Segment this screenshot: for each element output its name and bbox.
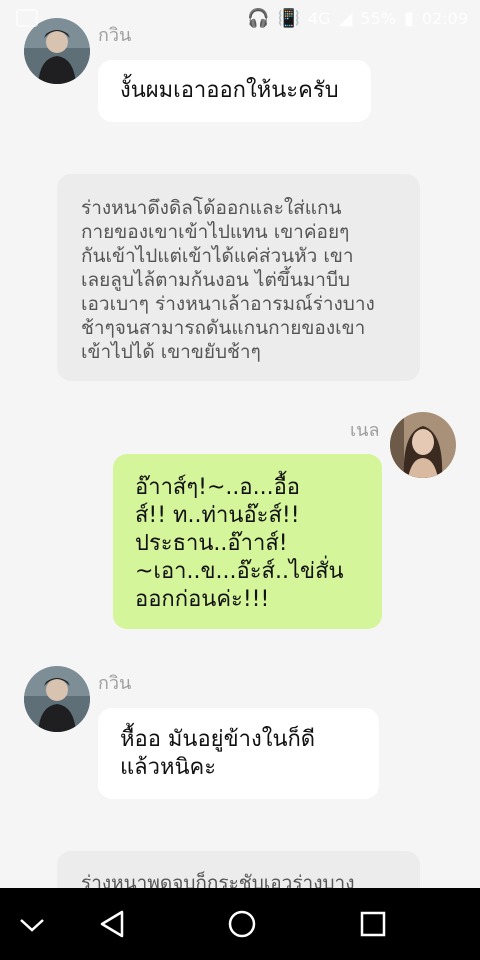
- back-icon[interactable]: [94, 904, 134, 944]
- avatar[interactable]: [390, 412, 456, 478]
- narration-line: เอวเบาๆ ร่างหนาเล้าอารมณ์ร่างบาง: [81, 293, 375, 315]
- narration-line: เข้าไปได้ เขาขยับช้าๆ: [81, 341, 261, 363]
- navigation-bar: [0, 888, 480, 960]
- message-text: ออกก่อนค่ะ!!!: [135, 587, 270, 612]
- avatar[interactable]: [24, 666, 90, 732]
- narration-line: กันเข้าไปแต่เข้าได้แค่ส่วนหัว เขา: [81, 245, 354, 267]
- headset-icon: 🎧: [247, 7, 270, 29]
- message-bubble[interactable]: งั้นผมเอาออกให้นะครับ: [98, 60, 371, 122]
- sender-name: กวิน: [98, 673, 132, 694]
- narration-line: กายของเขาเข้าไปแทน เขาค่อยๆ: [81, 221, 350, 243]
- message-text: ประธาน..อ๊าาส์!: [135, 531, 288, 556]
- signal-icon: ◢: [338, 7, 353, 29]
- notification-icon: [16, 9, 38, 27]
- narration-line: ร่างหนาดึงดิลโด้ออกและใส่แกน: [81, 197, 342, 219]
- status-bar: 🎧 📳 4G ◢ 55% ▮ 02:09: [0, 0, 480, 36]
- message-text: อ๊าาส์ๆ!~..อ...อื้อ: [135, 475, 301, 500]
- message-text: ส์!! ท..ท่านอ๊ะส์!!: [135, 503, 300, 528]
- message-text: ~เอา..ข...อ๊ะส์..ไข่สั่น: [135, 559, 344, 584]
- message-text: แล้วหนิคะ: [120, 755, 217, 780]
- message-text: หื้ออ มันอยู่ข้างในก็ดี: [120, 727, 316, 752]
- recents-icon[interactable]: [353, 904, 393, 944]
- clock: 02:09: [421, 8, 468, 28]
- battery-icon: ▮: [403, 7, 414, 29]
- message-text: งั้นผมเอาออกให้นะครับ: [120, 78, 339, 103]
- narration-line: เลยลูบไล้ตามก้นงอน ไต่ขึ้นมาบีบ: [81, 269, 351, 291]
- narration-line: ช้าๆจนสามารถดันแกนกายของเขา: [81, 317, 366, 339]
- sender-name: เนล: [350, 420, 380, 441]
- chevron-down-icon[interactable]: [12, 904, 52, 944]
- vibrate-icon: 📳: [277, 7, 300, 29]
- network-type: 4G: [308, 8, 331, 28]
- message-bubble[interactable]: หื้ออ มันอยู่ข้างในก็ดี แล้วหนิคะ: [98, 708, 379, 799]
- home-icon[interactable]: [222, 904, 262, 944]
- narration-box: ร่างหนาดึงดิลโด้ออกและใส่แกน กายของเขาเข…: [57, 174, 420, 381]
- battery-percent: 55%: [360, 8, 396, 28]
- message-bubble[interactable]: อ๊าาส์ๆ!~..อ...อื้อ ส์!! ท..ท่านอ๊ะส์!! …: [113, 454, 382, 629]
